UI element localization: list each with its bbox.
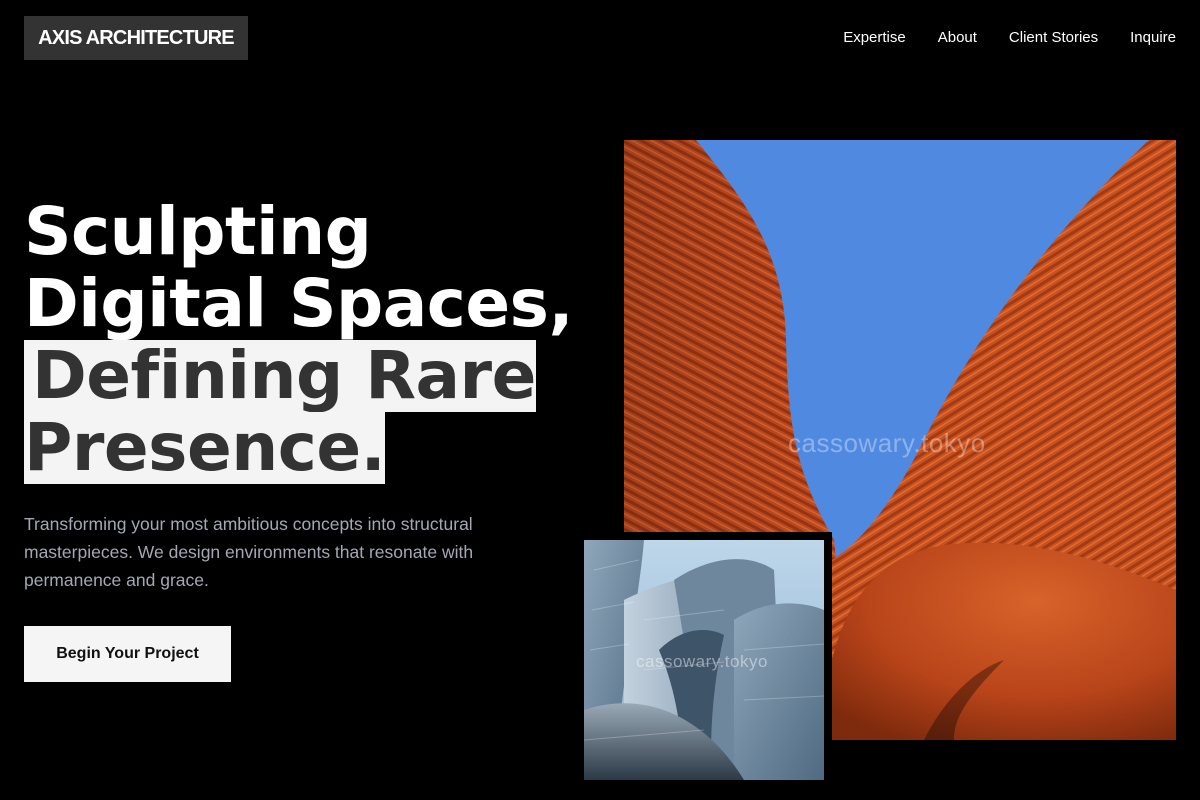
logo[interactable]: AXIS ARCHITECTURE xyxy=(24,16,248,60)
watermark-small: cassowary.tokyo xyxy=(636,652,768,671)
secondary-image-steel-facade: cassowary.tokyo xyxy=(584,540,824,780)
nav-about[interactable]: About xyxy=(938,29,977,47)
watermark-main: cassowary.tokyo xyxy=(788,428,986,458)
headline-line-2: Digital Spaces, xyxy=(24,265,574,342)
main-nav: Expertise About Client Stories Inquire xyxy=(843,29,1176,47)
nav-client-stories[interactable]: Client Stories xyxy=(1009,29,1098,47)
hero-headline: Sculpting Digital Spaces, Defining Rare … xyxy=(24,193,574,484)
headline-highlight-2: Presence. xyxy=(24,409,386,486)
nav-expertise[interactable]: Expertise xyxy=(843,29,906,47)
headline-highlight-1: Defining Rare xyxy=(24,340,536,412)
headline-line-1: Sculpting xyxy=(24,193,372,270)
headline-line-3-wrap: Defining Rare xyxy=(24,340,573,412)
headline-line-4-wrap: Presence. xyxy=(24,412,573,484)
secondary-image-frame: cassowary.tokyo xyxy=(576,532,832,800)
begin-project-button[interactable]: Begin Your Project xyxy=(24,626,231,682)
hero-subtitle: Transforming your most ambitious concept… xyxy=(24,514,474,590)
nav-inquire[interactable]: Inquire xyxy=(1130,29,1176,47)
